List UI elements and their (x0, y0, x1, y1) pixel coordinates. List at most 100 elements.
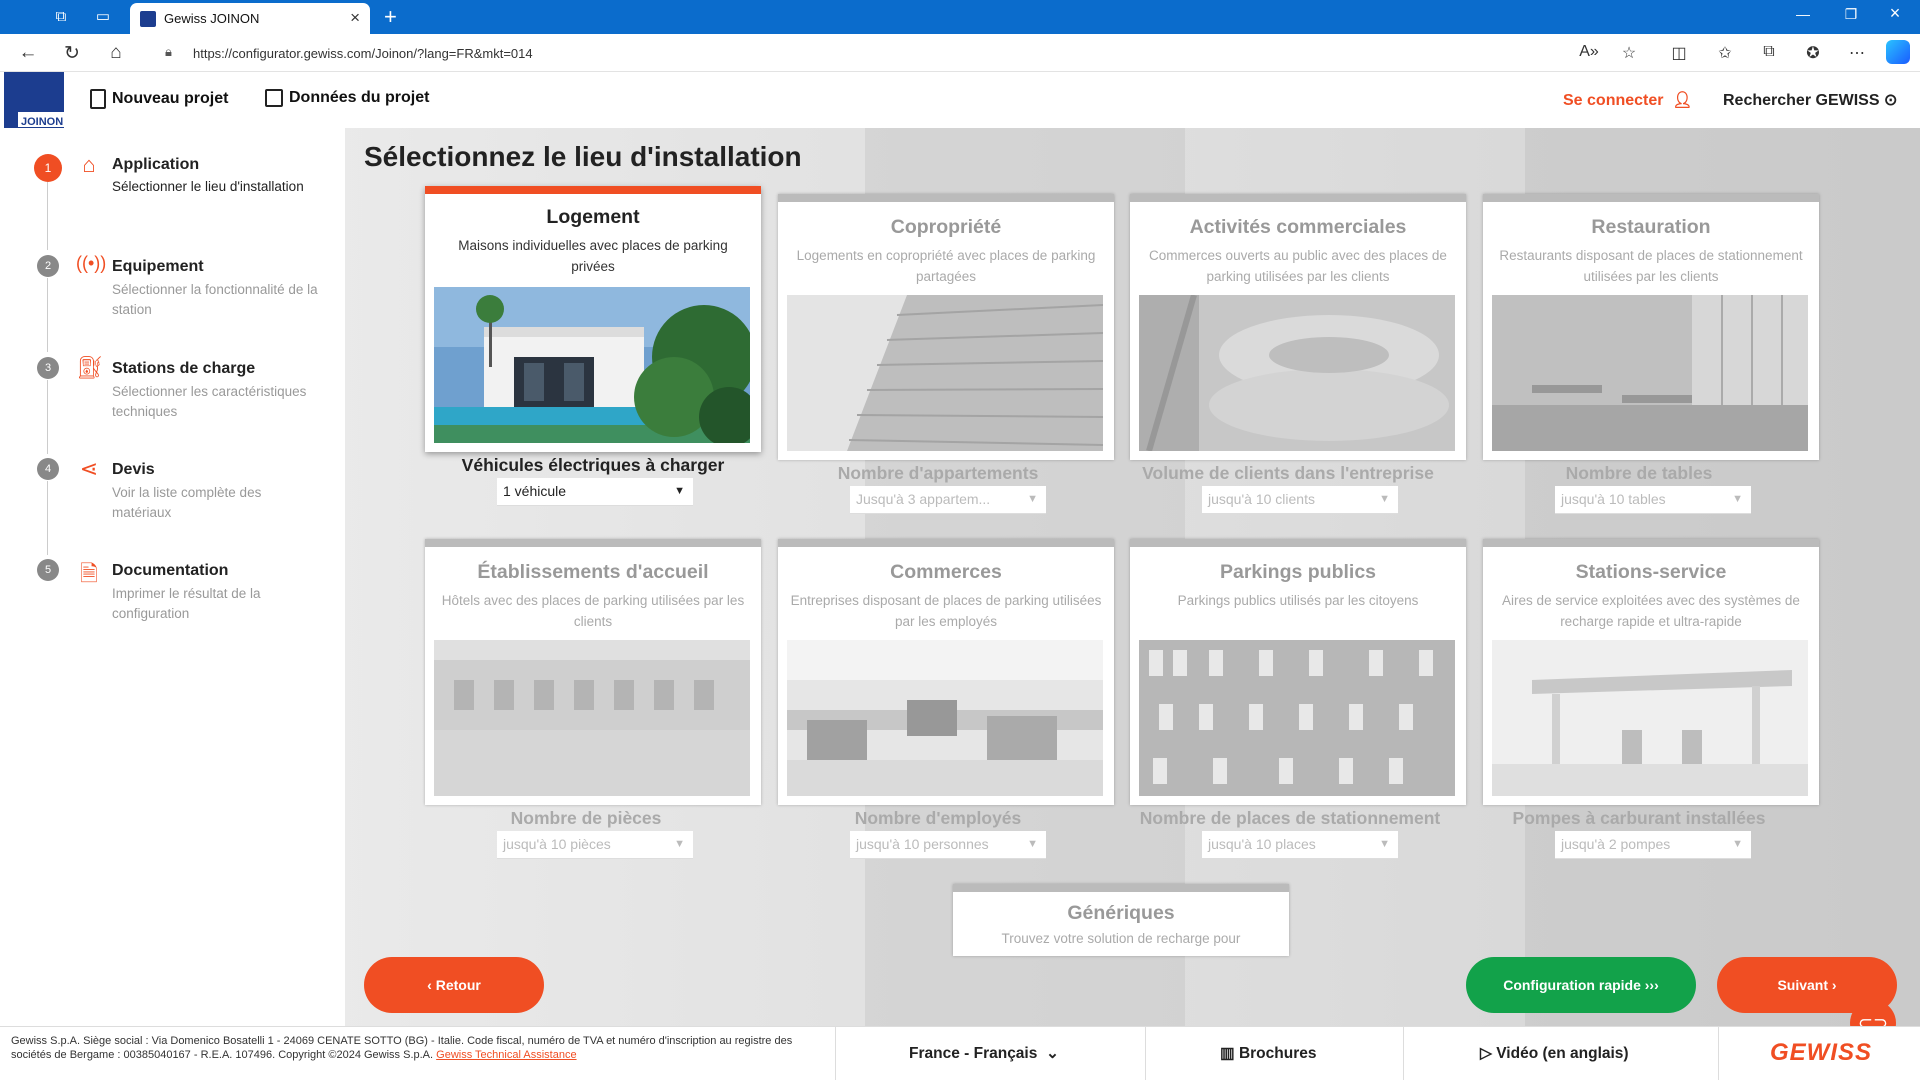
restaurant-photo (1492, 295, 1808, 451)
locale-label: France - Français (909, 1045, 1038, 1062)
card-description: Aires de service exploitées avec des sys… (1502, 593, 1800, 629)
divider (835, 1027, 836, 1080)
pompes-select[interactable]: jusqu'à 2 pompes ▼ (1555, 831, 1751, 859)
step-connector (47, 380, 48, 454)
step-5-title[interactable]: Documentation (112, 562, 228, 580)
chevron-down-icon: ▼ (1027, 838, 1038, 850)
legal-text: Gewiss S.p.A. Siège social : Via Domenic… (11, 1034, 831, 1062)
clients-select[interactable]: jusqu'à 10 clients ▼ (1202, 486, 1398, 514)
card-parkings-publics[interactable]: Parkings publics Parkings publics utilis… (1130, 539, 1466, 805)
copilot-icon[interactable] (1886, 40, 1910, 64)
step-1-title[interactable]: Application (112, 156, 199, 174)
card-description: Trouvez votre solution de recharge pour (1001, 931, 1241, 946)
brochures-link[interactable]: ▥ Brochures (1220, 1044, 1316, 1063)
restore-icon[interactable]: ❐ (1836, 6, 1866, 23)
collections-icon[interactable]: ⧉ (1758, 43, 1780, 61)
step-4-title[interactable]: Devis (112, 461, 155, 479)
read-aloud-icon[interactable]: A» (1578, 43, 1600, 61)
card-title: Établissements d'accueil (477, 561, 709, 583)
step-3-number[interactable]: 3 (37, 357, 59, 379)
card-description: Restaurants disposant de places de stati… (1499, 248, 1803, 284)
step-2-number[interactable]: 2 (37, 255, 59, 277)
card-description: Logements en copropriété avec places de … (796, 248, 1096, 284)
chevron-down-icon: ▼ (674, 485, 685, 497)
charging-station-icon: ⛽︎ (76, 355, 104, 380)
chevron-down-icon: ▼ (1732, 493, 1743, 505)
card-etablissements-accueil[interactable]: Établissements d'accueil Hôtels avec des… (425, 539, 761, 805)
joinon-favicon-icon (140, 11, 156, 27)
close-tab-icon[interactable]: × (350, 8, 360, 28)
card-description: Parkings publics utilisés par les citoye… (1177, 593, 1419, 608)
tables-select[interactable]: jusqu'à 10 tables ▼ (1555, 486, 1751, 514)
new-tab-icon[interactable]: + (384, 4, 397, 30)
browser-tab[interactable]: Gewiss JOINON × (130, 3, 370, 34)
rechercher-gewiss-link[interactable]: Rechercher GEWISS ⊙ (1723, 90, 1897, 110)
card-commerces[interactable]: Commerces Entreprises disposant de place… (778, 539, 1114, 805)
donnees-projet-button[interactable]: Données du projet (265, 89, 429, 107)
extensions-icon[interactable]: ✪ (1802, 43, 1824, 63)
refresh-icon[interactable]: ↻ (60, 42, 84, 65)
more-menu-icon[interactable]: ⋯ (1846, 43, 1868, 63)
step-3-title[interactable]: Stations de charge (112, 360, 255, 378)
nouveau-projet-button[interactable]: Nouveau projet (90, 89, 228, 109)
workspaces-icon[interactable]: ⧉ (52, 8, 70, 26)
card-copropriete[interactable]: Copropriété Logements en copropriété ave… (778, 194, 1114, 460)
step-4-subtitle: Voir la liste complète des matériaux (112, 485, 262, 520)
select-value: jusqu'à 10 tables (1561, 491, 1666, 507)
home-icon[interactable]: ⌂ (104, 42, 128, 64)
select-value: 1 véhicule (503, 483, 567, 499)
select-value: jusqu'à 10 personnes (856, 836, 989, 852)
technical-assistance-link[interactable]: Gewiss Technical Assistance (436, 1049, 576, 1061)
se-connecter-link[interactable]: Se connecter 👤︎ (1563, 90, 1693, 110)
gas-station-photo (1492, 640, 1808, 796)
pieces-select[interactable]: jusqu'à 10 pièces ▼ (497, 831, 693, 859)
card-description: Hôtels avec des places de parking utilis… (441, 593, 745, 629)
card-title: Commerces (890, 561, 1002, 583)
chevron-down-icon: ▼ (674, 838, 685, 850)
tab-actions-icon[interactable]: ▭ (94, 8, 112, 26)
divider (1718, 1027, 1719, 1080)
employes-select[interactable]: jusqu'à 10 personnes ▼ (850, 831, 1046, 859)
card-stations-service[interactable]: Stations-service Aires de service exploi… (1483, 539, 1819, 805)
hotel-photo (434, 640, 750, 796)
nouveau-projet-label: Nouveau projet (112, 90, 229, 107)
card-activites-commerciales[interactable]: Activités commerciales Commerces ouverts… (1130, 194, 1466, 460)
configuration-rapide-button[interactable]: Configuration rapide ››› (1466, 957, 1696, 1013)
card-title: Activités commerciales (1189, 216, 1407, 238)
card-logement[interactable]: Logement Maisons individuelles avec plac… (425, 186, 761, 452)
appartements-select[interactable]: Jusqu'à 3 appartem... ▼ (850, 486, 1046, 514)
office-photo (787, 640, 1103, 796)
split-screen-icon[interactable]: ◫ (1668, 43, 1690, 63)
question-label: Nombre de tables (1565, 463, 1713, 483)
video-link[interactable]: ▷ Vidéo (en anglais) (1480, 1044, 1629, 1063)
places-select[interactable]: jusqu'à 10 places ▼ (1202, 831, 1398, 859)
divider (1145, 1027, 1146, 1080)
signal-icon: ((•)) (76, 253, 107, 273)
donnees-projet-label: Données du projet (289, 89, 430, 106)
gewiss-logo[interactable]: GEWISS (1770, 1039, 1872, 1067)
favorite-star-icon[interactable]: ☆ (1618, 43, 1640, 63)
card-title: Parkings publics (1219, 561, 1377, 583)
minimize-icon[interactable]: — (1788, 6, 1818, 22)
question-label: Nombre de pièces (510, 808, 662, 828)
close-window-icon[interactable]: × (1880, 3, 1910, 24)
card-restauration[interactable]: Restauration Restaurants disposant de pl… (1483, 194, 1819, 460)
card-generiques[interactable]: Génériques Trouvez votre solution de rec… (953, 884, 1289, 956)
step-1-number[interactable]: 1 (34, 154, 62, 182)
document-icon (90, 89, 106, 109)
card-title: Logement (546, 206, 640, 228)
vehicle-count-select[interactable]: 1 véhicule ▼ (497, 478, 693, 506)
step-4-number[interactable]: 4 (37, 458, 59, 480)
retour-button[interactable]: ‹ Retour (364, 957, 544, 1013)
card-description: Entreprises disposant de places de parki… (790, 593, 1102, 629)
favorites-icon[interactable]: ✩ (1714, 43, 1736, 63)
question-label: Nombre d'appartements (837, 463, 1039, 483)
step-5-number[interactable]: 5 (37, 559, 59, 581)
step-2-title[interactable]: Equipement (112, 258, 204, 276)
question-label: Pompes à carburant installées (1512, 808, 1766, 828)
locale-selector[interactable]: France - Français ⌄ (909, 1044, 1059, 1063)
share-icon: ⋖ (79, 456, 99, 481)
url-field[interactable]: 🔒︎ https://configurator.gewiss.com/Joino… (145, 38, 1620, 68)
lock-icon: 🔒︎ (165, 44, 172, 59)
back-icon[interactable]: ← (16, 42, 40, 64)
